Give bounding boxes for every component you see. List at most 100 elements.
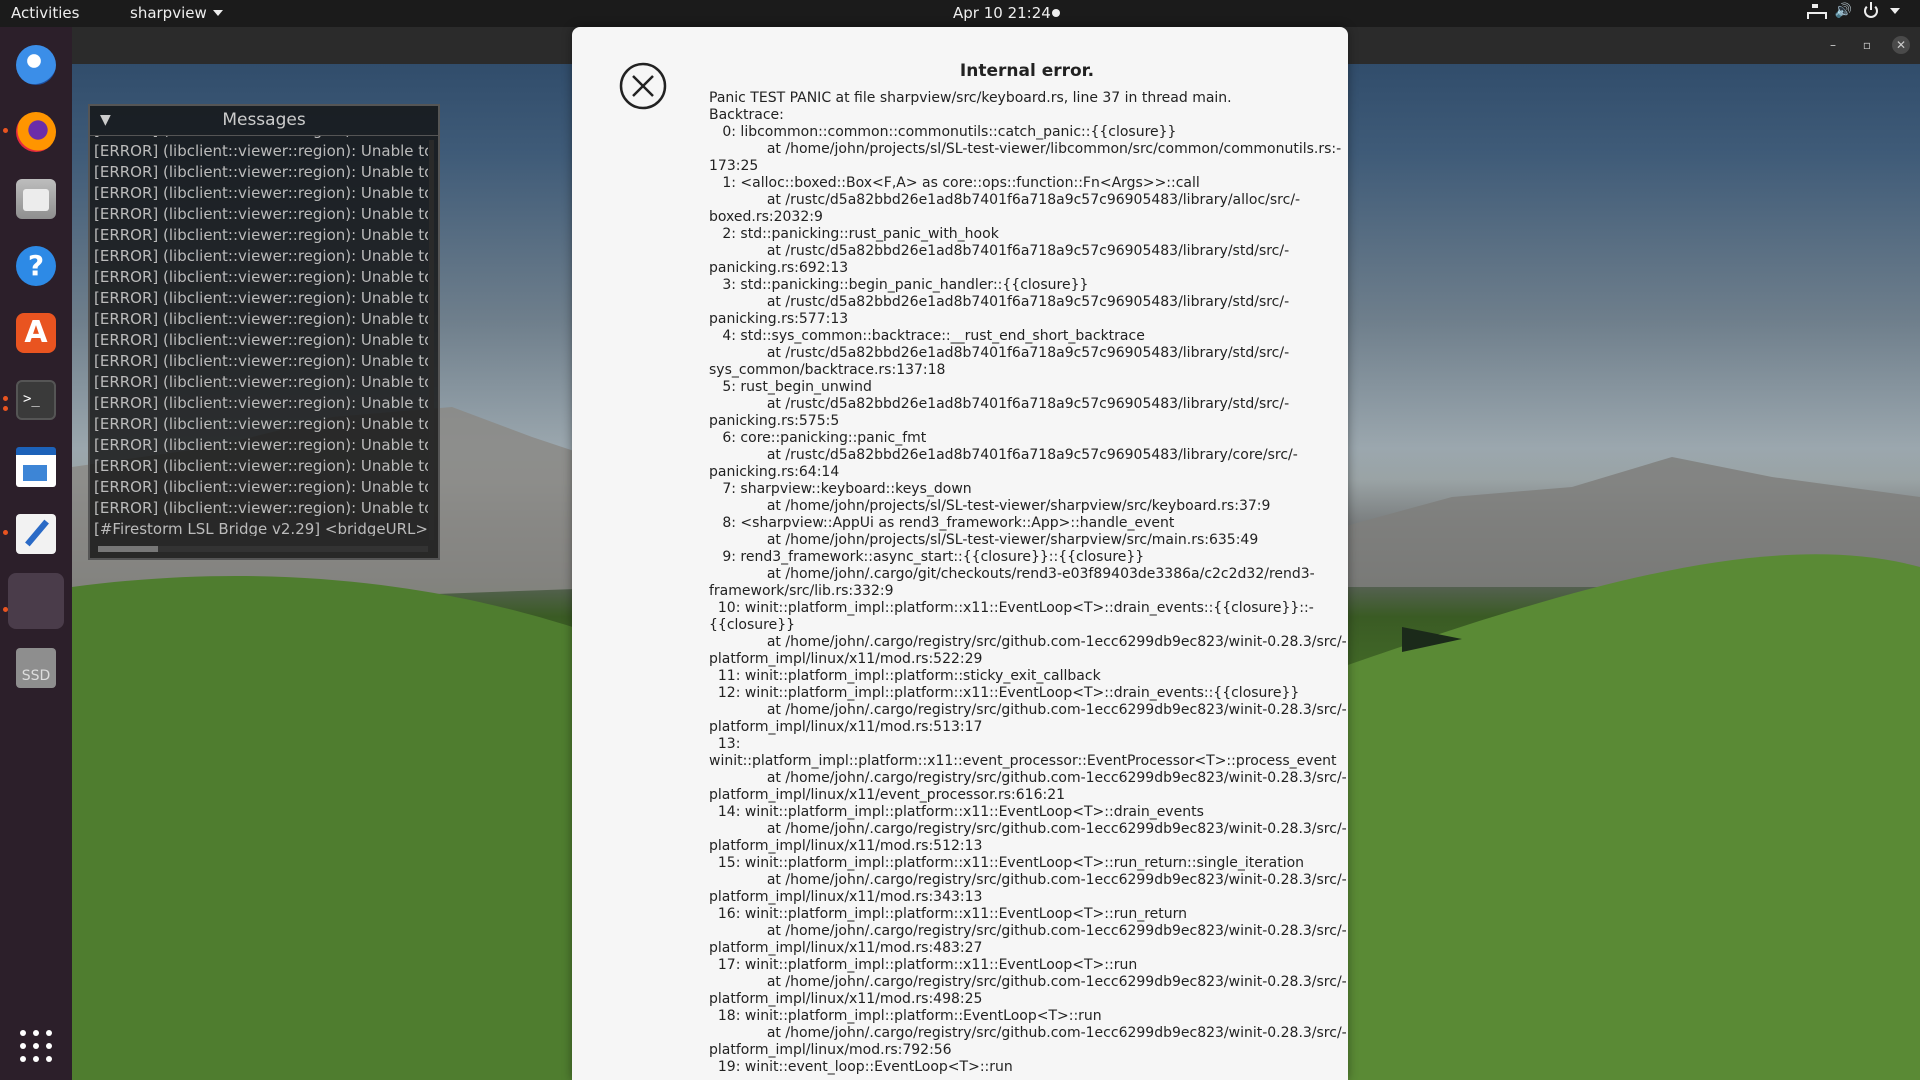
backtrace-line: at /home/john/.cargo/registry/src/github…: [709, 872, 1347, 888]
dock: ? A >_ SSD: [0, 27, 72, 1080]
backtrace-line: at /home/john/.cargo/registry/src/github…: [709, 1025, 1347, 1041]
messages-title: Messages: [222, 110, 306, 130]
backtrace-line: panicking.rs:64:14: [709, 464, 840, 480]
maximize-icon[interactable]: ▫: [1858, 36, 1876, 54]
backtrace-line: {{closure}}: [709, 617, 796, 633]
backtrace-line: platform_impl/linux/mod.rs:792:56: [709, 1042, 952, 1058]
vertical-scrollbar[interactable]: [429, 140, 434, 540]
backtrace-line: 1: <alloc::boxed::Box<F,A> as core::ops:…: [709, 175, 1200, 191]
activities-button[interactable]: Activities: [11, 4, 79, 22]
files-icon: [16, 179, 56, 219]
top-bar: Activities sharpview Apr 10 21:24 🔊: [0, 0, 1920, 27]
messages-list[interactable]: [ERROR] (libclient::viewer::region): Una…: [94, 136, 428, 536]
message-line: [ERROR] (libclient::viewer::region): Una…: [94, 142, 428, 160]
thunderbird-icon: [16, 45, 56, 85]
error-circle-x-icon: [619, 62, 667, 110]
message-line: [ERROR] (libclient::viewer::region): Una…: [94, 457, 428, 475]
backtrace-line: at /home/john/projects/sl/SL-test-viewer…: [709, 498, 1271, 514]
help-icon: ?: [16, 246, 56, 286]
backtrace-line: 8: <sharpview::AppUi as rend3_framework:…: [709, 515, 1175, 531]
backtrace-line: 14: winit::platform_impl::platform::x11:…: [709, 804, 1204, 820]
backtrace-line: at /rustc/d5a82bbd26e1ad8b7401f6a718a9c5…: [709, 447, 1298, 463]
writer-icon: [16, 447, 56, 487]
backtrace-line: 18: winit::platform_impl::platform::Even…: [709, 1008, 1102, 1024]
dock-item-terminal[interactable]: >_: [8, 372, 64, 428]
message-line: [ERROR] (libclient::viewer::region): Una…: [94, 310, 428, 328]
network-icon: [1806, 4, 1827, 19]
backtrace-line: at /home/john/.cargo/registry/src/github…: [709, 702, 1347, 718]
dock-item-text-editor[interactable]: [8, 506, 64, 562]
backtrace-line: panicking.rs:577:13: [709, 311, 849, 327]
backtrace-line: at /home/john/.cargo/registry/src/github…: [709, 923, 1347, 939]
text-editor-icon: [16, 514, 56, 554]
dock-item-writer[interactable]: [8, 439, 64, 495]
backtrace-line: 15: winit::platform_impl::platform::x11:…: [709, 855, 1305, 871]
backtrace-line: 6: core::panicking::panic_fmt: [709, 430, 927, 446]
message-line: [ERROR] (libclient::viewer::region): Una…: [94, 373, 428, 391]
horizontal-scrollbar[interactable]: [98, 546, 428, 552]
backtrace-line: at /home/john/projects/sl/SL-test-viewer…: [709, 141, 1342, 157]
terminal-icon: >_: [16, 380, 56, 420]
backtrace-line: at /home/john/projects/sl/SL-test-viewer…: [709, 532, 1259, 548]
clock[interactable]: Apr 10 21:24: [953, 4, 1051, 22]
backtrace-line: platform_impl/linux/x11/mod.rs:498:25: [709, 991, 983, 1007]
backtrace-line: platform_impl/linux/x11/mod.rs:513:17: [709, 719, 983, 735]
backtrace-line: sys_common/backtrace.rs:137:18: [709, 362, 946, 378]
backtrace-line: 5: rust_begin_unwind: [709, 379, 872, 395]
message-line: [ERROR] (libclient::viewer::region): Una…: [94, 247, 428, 265]
dock-item-ssd[interactable]: SSD: [8, 640, 64, 696]
dock-item-firefox[interactable]: [8, 104, 64, 160]
message-line: [ERROR] (libclient::viewer::region): Una…: [94, 184, 428, 202]
firefox-icon: [16, 112, 56, 152]
backtrace-line: 0: libcommon::common::commonutils::catch…: [709, 124, 1177, 140]
backtrace-line: at /rustc/d5a82bbd26e1ad8b7401f6a718a9c5…: [709, 345, 1290, 361]
backtrace-line: at /rustc/d5a82bbd26e1ad8b7401f6a718a9c5…: [709, 192, 1301, 208]
ssd-label: SSD: [21, 668, 51, 684]
backtrace-line: 4: std::sys_common::backtrace::__rust_en…: [709, 328, 1145, 344]
backtrace-line: at /home/john/.cargo/registry/src/github…: [709, 634, 1347, 650]
volume-icon: 🔊: [1834, 3, 1852, 19]
backtrace-line: platform_impl/linux/x11/mod.rs:522:29: [709, 651, 983, 667]
backtrace-line: at /rustc/d5a82bbd26e1ad8b7401f6a718a9c5…: [709, 294, 1290, 310]
backtrace-line: 7: sharpview::keyboard::keys_down: [709, 481, 972, 497]
dock-item-help[interactable]: ?: [8, 238, 64, 294]
backtrace-line: 17: winit::platform_impl::platform::x11:…: [709, 957, 1138, 973]
backtrace-line: 12: winit::platform_impl::platform::x11:…: [709, 685, 1300, 701]
app-menu[interactable]: sharpview: [130, 4, 223, 22]
backtrace-line: at /home/john/.cargo/git/checkouts/rend3…: [709, 566, 1315, 582]
backtrace-line: at /home/john/.cargo/registry/src/github…: [709, 770, 1347, 786]
dock-item-files[interactable]: [8, 171, 64, 227]
message-line: [ERROR] (libclient::viewer::region): Una…: [94, 352, 428, 370]
drive-icon: SSD: [16, 648, 56, 688]
backtrace-line: at /rustc/d5a82bbd26e1ad8b7401f6a718a9c5…: [709, 243, 1290, 259]
message-line: [ERROR] (libclient::viewer::region): Una…: [94, 226, 428, 244]
dock-item-software-center[interactable]: A: [8, 305, 64, 361]
dock-item-thunderbird[interactable]: [8, 37, 64, 93]
backtrace-line: at /rustc/d5a82bbd26e1ad8b7401f6a718a9c5…: [709, 396, 1290, 412]
backtrace-line: Panic TEST PANIC at file sharpview/src/k…: [709, 90, 1232, 106]
system-tray[interactable]: 🔊: [1806, 2, 1900, 19]
close-icon[interactable]: ✕: [1892, 36, 1910, 54]
messages-header[interactable]: ▼ Messages: [90, 106, 438, 136]
backtrace-line: 3: std::panicking::begin_panic_handler::…: [709, 277, 1089, 293]
backtrace-line: winit::platform_impl::platform::x11::eve…: [709, 753, 1337, 769]
show-apps-grid-icon[interactable]: [20, 1030, 52, 1062]
backtrace-line: 19: winit::event_loop::EventLoop<T>::run: [709, 1059, 1013, 1075]
message-line: [ERROR] (libclient::viewer::region): Una…: [94, 499, 428, 517]
messages-panel[interactable]: ▼ Messages [ERROR] (libclient::viewer::r…: [88, 104, 440, 560]
dock-item-sharpview[interactable]: [8, 573, 64, 629]
app-menu-label: sharpview: [130, 4, 207, 22]
software-center-icon: A: [16, 313, 56, 353]
backtrace-line: 2: std::panicking::rust_panic_with_hook: [709, 226, 999, 242]
backtrace-line: 11: winit::platform_impl::platform::stic…: [709, 668, 1101, 684]
minimize-icon[interactable]: –: [1824, 36, 1842, 54]
backtrace-line: platform_impl/linux/x11/mod.rs:512:13: [709, 838, 983, 854]
backtrace-line: panicking.rs:575:5: [709, 413, 840, 429]
message-line: [ERROR] (libclient::viewer::region): Una…: [94, 289, 428, 307]
backtrace-line: at /home/john/.cargo/registry/src/github…: [709, 974, 1347, 990]
scrollbar-thumb[interactable]: [98, 546, 158, 552]
message-line: [ERROR] (libclient::viewer::region): Una…: [94, 436, 428, 454]
dialog-title: Internal error.: [959, 61, 1095, 81]
power-icon: [1864, 2, 1878, 18]
backtrace-line: 16: winit::platform_impl::platform::x11:…: [709, 906, 1188, 922]
